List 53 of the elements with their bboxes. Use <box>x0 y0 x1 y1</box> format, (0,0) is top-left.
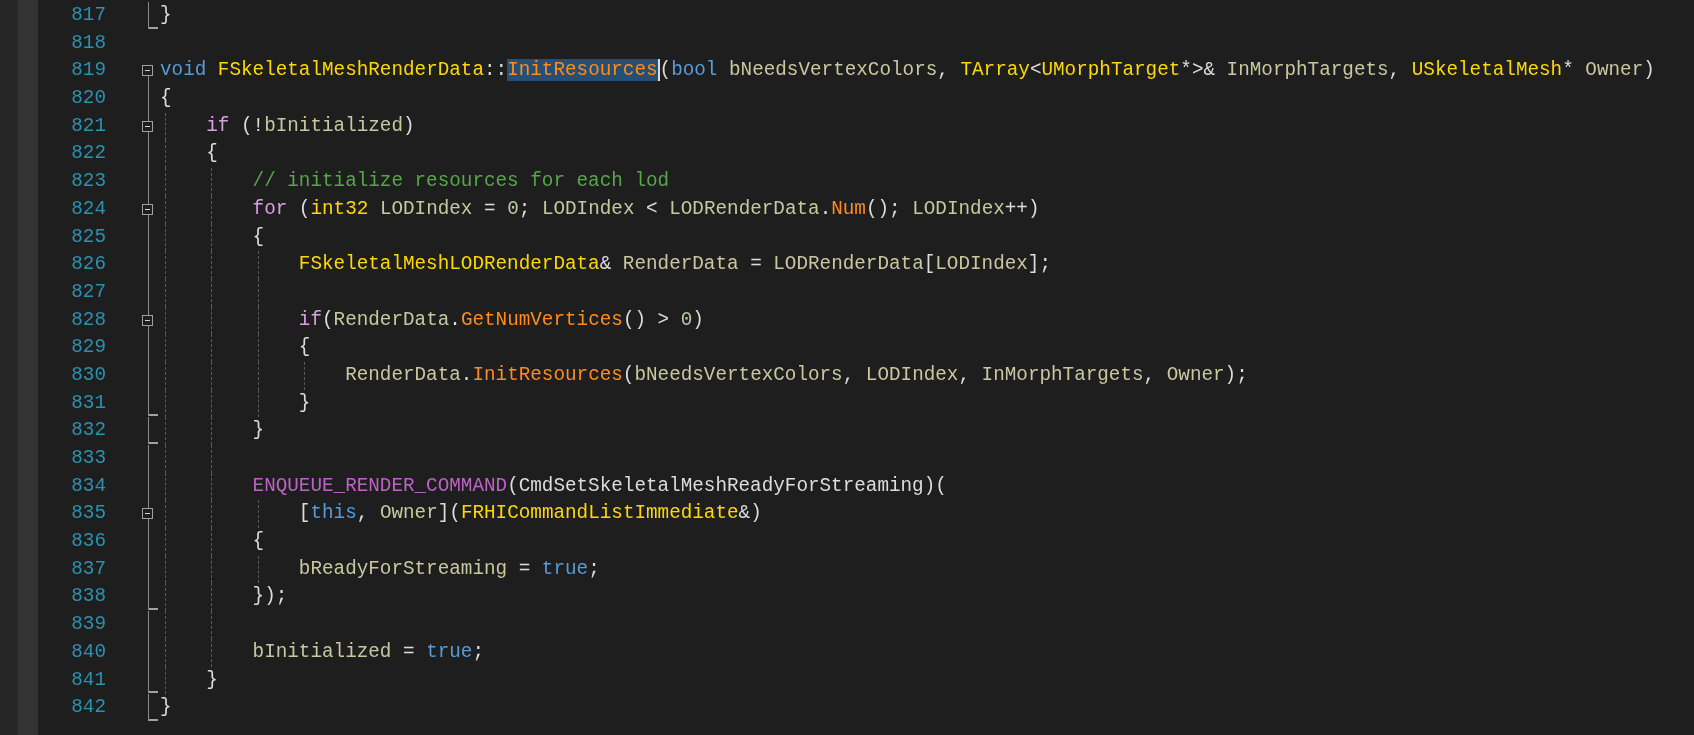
code-line: // initialize resources for each lod <box>252 169 670 195</box>
line-number: 825 <box>70 224 106 250</box>
line-number: 841 <box>70 667 106 693</box>
code-line: [this, Owner](FRHICommandListImmediate&) <box>298 501 762 527</box>
line-number: 817 <box>70 3 106 28</box>
line-number: 818 <box>70 30 106 56</box>
code-line: { <box>252 529 265 555</box>
code-line: { <box>160 86 172 112</box>
collapse-icon[interactable] <box>142 508 153 520</box>
code-line: } <box>206 667 218 693</box>
line-number: 830 <box>70 362 106 388</box>
line-number: 837 <box>70 556 106 582</box>
code-line: if(RenderData.GetNumVertices() > 0) <box>298 307 704 333</box>
code-line: } <box>298 390 311 416</box>
collapse-icon[interactable] <box>142 65 153 77</box>
line-number: 842 <box>70 695 106 721</box>
line-number: 838 <box>70 584 106 610</box>
code-line: RenderData.InitResources(bNeedsVertexColors, LODIndex, InMorphTargets, Owner); <box>345 362 1248 388</box>
collapse-icon[interactable] <box>142 203 153 215</box>
code-line: { <box>252 224 265 250</box>
line-number: 833 <box>70 446 106 471</box>
collapse-icon[interactable] <box>142 314 153 326</box>
line-number: 834 <box>70 473 106 499</box>
code-line: } <box>160 695 172 721</box>
line-number: 826 <box>70 252 106 278</box>
line-number: 835 <box>70 501 106 527</box>
code-line: } <box>252 418 265 444</box>
code-line: } <box>160 3 172 28</box>
code-line: { <box>298 335 311 361</box>
line-number: 821 <box>70 113 106 139</box>
line-number: 820 <box>70 86 106 112</box>
code-line: for (int32 LODIndex = 0; LODIndex < LODRenderData.Num(); LODIndex++) <box>252 196 1040 222</box>
line-number: 824 <box>70 196 106 222</box>
code-line: ENQUEUE_RENDER_COMMAND(CmdSetSkeletalMeshReadyForStreaming)( <box>252 473 947 499</box>
line-number: 823 <box>70 169 106 195</box>
code-line: FSkeletalMeshLODRenderData& RenderData = LODRenderData[LODIndex]; <box>298 252 1051 278</box>
line-number: 839 <box>70 612 106 638</box>
code-line: bInitialized = true; <box>252 639 484 665</box>
line-number: 828 <box>70 307 106 333</box>
line-number: 829 <box>70 335 106 361</box>
code-line: if (!bInitialized) <box>206 113 415 139</box>
line-number: 836 <box>70 529 106 555</box>
line-number: 840 <box>70 639 106 665</box>
line-number: 827 <box>70 279 106 305</box>
code-line: bReadyForStreaming = true; <box>298 556 600 582</box>
code-line: { <box>206 141 218 167</box>
line-number: 822 <box>70 141 106 167</box>
line-number: 832 <box>70 418 106 444</box>
line-number: 819 <box>70 58 106 84</box>
code-line: }); <box>252 584 288 610</box>
line-number: 831 <box>70 390 106 416</box>
code-line: void FSkeletalMeshRenderData::InitResources(bool bNeedsVertexColors, TArray<UMorphTarget*>& InMorphTargets, USkeletalMesh* Owner) <box>160 58 1655 84</box>
collapse-icon[interactable] <box>142 120 153 132</box>
